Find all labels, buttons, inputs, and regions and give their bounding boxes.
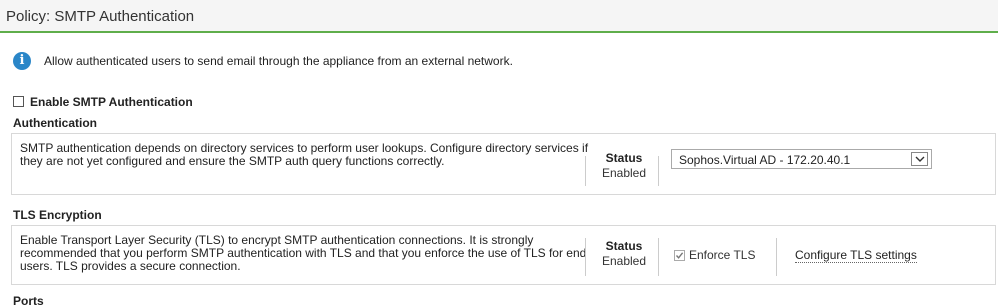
enforce-tls-checkbox[interactable] (674, 250, 685, 261)
authentication-status-label: Status (605, 151, 643, 165)
title-bar: Policy: SMTP Authentication (0, 0, 998, 33)
divider (585, 238, 586, 276)
tls-description: Enable Transport Layer Security (TLS) to… (20, 233, 587, 273)
tls-heading: TLS Encryption (13, 208, 102, 222)
divider (585, 156, 586, 186)
tls-status-value: Enabled (601, 254, 647, 268)
divider (658, 156, 659, 186)
enable-smtp-auth-checkbox[interactable] (13, 96, 24, 107)
enable-smtp-auth-label[interactable]: Enable SMTP Authentication (30, 95, 193, 109)
authentication-status-value: Enabled (601, 166, 647, 180)
info-text: Allow authenticated users to send email … (44, 54, 513, 68)
page-title: Policy: SMTP Authentication (6, 8, 195, 25)
tls-status-label: Status (605, 239, 643, 253)
authentication-description: SMTP authentication depends on directory… (20, 141, 589, 168)
authentication-heading: Authentication (13, 116, 97, 130)
info-icon: i (13, 52, 31, 70)
configure-tls-settings-link[interactable]: Configure TLS settings (795, 248, 917, 263)
divider (776, 238, 777, 276)
divider (658, 238, 659, 276)
chevron-down-icon[interactable] (911, 152, 928, 166)
enforce-tls-label[interactable]: Enforce TLS (689, 248, 755, 262)
tls-panel: Enable Transport Layer Security (TLS) to… (11, 225, 996, 285)
ports-heading: Ports (13, 294, 44, 308)
directory-service-selected: Sophos.Virtual AD - 172.20.40.1 (679, 153, 851, 167)
directory-service-select[interactable]: Sophos.Virtual AD - 172.20.40.1 (671, 149, 932, 169)
authentication-panel: SMTP authentication depends on directory… (11, 133, 996, 195)
